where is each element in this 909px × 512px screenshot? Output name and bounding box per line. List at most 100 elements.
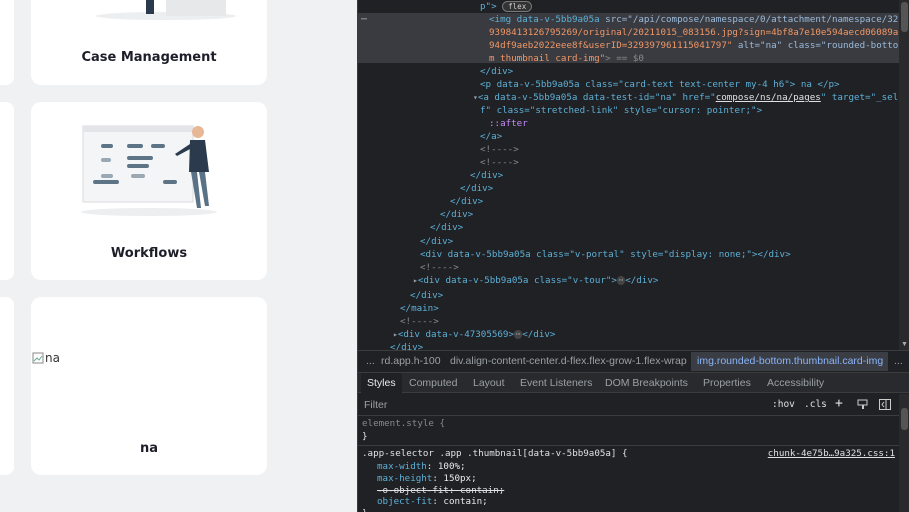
dom-text: </div> xyxy=(480,66,514,77)
dom-text: <img data-v-5bb9a05a xyxy=(489,14,600,25)
tab-properties[interactable]: Properties xyxy=(703,377,751,389)
breadcrumb-current[interactable]: img.rounded-bottom.thumbnail.card-img xyxy=(697,355,883,367)
styles-scrollbar[interactable] xyxy=(899,394,909,512)
workflows-illustration xyxy=(81,125,217,216)
broken-image: na xyxy=(32,351,60,365)
ellipsis-icon[interactable]: ⋯ xyxy=(514,330,523,339)
app-preview: Case Management Workflows na na xyxy=(0,0,357,512)
dom-text: m thumbnail card-img" xyxy=(489,53,606,64)
scrollbar-thumb[interactable] xyxy=(901,408,908,430)
breadcrumb-item[interactable]: rd.app.h-100 xyxy=(381,355,441,367)
dom-text: </div> xyxy=(625,275,659,286)
dom-text: </div> xyxy=(390,342,424,350)
devtools-panel: ⋯ p"> flex <img data-v-5bb9a05a src="/ap… xyxy=(357,0,909,512)
dom-node-p[interactable]: <p data-v-5bb9a05a class="card-text text… xyxy=(480,78,840,91)
dom-node-img[interactable]: <img data-v-5bb9a05a src="/api/compose/n… xyxy=(489,13,898,26)
card-stub xyxy=(0,297,14,475)
dom-text: <a data-v-5bb9a05a data-test-id="na" hre… xyxy=(477,92,716,103)
card-stub xyxy=(0,102,14,280)
dom-node-a[interactable]: ▾<a data-v-5bb9a05a data-test-id="na" hr… xyxy=(473,91,898,104)
na-card[interactable]: na xyxy=(31,297,267,475)
dom-node-tour[interactable]: ▸<div data-v-5bb9a05a class="v-tour"> ⋯ </… xyxy=(413,274,658,287)
dom-node-47305569[interactable]: ▸<div data-v-47305569> ⋯ </div> xyxy=(393,328,555,341)
toggle-sidebar-icon[interactable] xyxy=(879,399,891,410)
tab-accessibility[interactable]: Accessibility xyxy=(767,377,824,389)
cls-button[interactable]: .cls xyxy=(804,399,827,410)
dom-text: </div> xyxy=(522,329,556,340)
breadcrumb-more[interactable]: ... xyxy=(894,355,903,367)
dom-text: <div data-v-47305569> xyxy=(397,329,514,340)
image-alt-text: na xyxy=(45,351,60,365)
dom-text: </a> xyxy=(480,131,503,142)
rule-close: } xyxy=(362,431,368,442)
filter-input[interactable] xyxy=(360,396,764,413)
dom-text: </div> xyxy=(410,290,444,301)
paint-icon[interactable] xyxy=(857,399,868,410)
breadcrumb: ... rd.app.h-100 div.align-content-cente… xyxy=(358,350,909,372)
filter-placeholder: Filter xyxy=(364,399,388,411)
elements-scrollbar[interactable]: ▼ xyxy=(899,0,909,350)
pseudo-element[interactable]: ::after xyxy=(489,118,528,129)
dom-text: 94df9aeb2022eee8f&userID=329397961115041… xyxy=(489,40,733,51)
dom-comment: <!----> xyxy=(480,157,519,168)
dom-text: " target="_sel xyxy=(820,92,899,103)
dom-node-portal[interactable]: <div data-v-5bb9a05a class="v-portal" st… xyxy=(420,248,791,261)
dom-comment: <!----> xyxy=(480,144,519,155)
broken-image-icon xyxy=(32,352,44,364)
hov-button[interactable]: :hov xyxy=(772,399,795,410)
tab-dom-breakpoints[interactable]: DOM Breakpoints xyxy=(605,377,688,389)
dom-text: <p data-v-5bb9a05a class="card-text text… xyxy=(480,79,840,90)
card-title: na xyxy=(139,441,159,456)
dom-comment: <!----> xyxy=(420,262,459,273)
dom-text: f" class="stretched-link" style="cursor:… xyxy=(480,105,763,116)
tab-event-listeners[interactable]: Event Listeners xyxy=(520,377,592,389)
case-management-illustration xyxy=(96,0,236,20)
href-link[interactable]: compose/ns/na/pages xyxy=(716,92,821,103)
stylesheet-source-link[interactable]: chunk-4e75b…9a325.css:1 xyxy=(768,448,895,459)
styles-tabbar: Styles Computed Layout Event Listeners D… xyxy=(358,372,909,393)
node-actions-icon[interactable]: ⋯ xyxy=(361,14,367,25)
tab-computed[interactable]: Computed xyxy=(409,377,457,389)
dom-text: > == $0 xyxy=(605,53,644,64)
flex-badge[interactable]: flex xyxy=(502,1,533,12)
dom-text: </div> xyxy=(430,222,464,233)
breadcrumb-item[interactable]: div.align-content-center.d-flex.flex-gro… xyxy=(450,355,687,367)
dom-text: </div> xyxy=(450,196,484,207)
rule-close: } xyxy=(362,508,368,512)
tab-layout[interactable]: Layout xyxy=(473,377,505,389)
dom-text: <div data-v-5bb9a05a class="v-portal" st… xyxy=(420,249,791,260)
divider xyxy=(358,445,899,446)
tab-styles[interactable]: Styles xyxy=(361,373,402,393)
ellipsis-icon[interactable]: ⋯ xyxy=(616,276,626,285)
dom-text: alt="na" class="rounded-botto xyxy=(732,40,899,51)
property-name: max-width xyxy=(377,461,427,472)
property-name: object-fit xyxy=(377,496,433,507)
case-management-card[interactable]: Case Management xyxy=(31,0,267,85)
card-stub xyxy=(0,0,14,85)
scrollbar-thumb[interactable] xyxy=(901,2,908,32)
dom-text: p"> xyxy=(480,1,497,12)
rule-selector: element.style { xyxy=(362,418,445,429)
rule-selector: .app-selector .app .thumbnail[data-v-5bb… xyxy=(362,448,628,459)
elements-tree[interactable]: ⋯ p"> flex <img data-v-5bb9a05a src="/ap… xyxy=(358,0,899,350)
property-name: max-height xyxy=(377,473,433,484)
dom-text: 9398413126795269/original/20211015_08315… xyxy=(489,27,899,38)
style-property[interactable]: object-fit: contain; xyxy=(377,495,488,508)
property-value: 150px; xyxy=(443,473,477,484)
card-title: Workflows xyxy=(110,246,188,261)
breadcrumb-ellipsis[interactable]: ... xyxy=(366,355,375,367)
dom-text: src="/api/compose/namespace/0/attachment… xyxy=(599,14,899,25)
new-rule-button[interactable]: + xyxy=(835,396,843,411)
property-value: 100%; xyxy=(437,461,466,472)
dom-text: <div data-v-5bb9a05a class="v-tour"> xyxy=(417,275,617,286)
filter-bar: Filter :hov .cls + xyxy=(358,394,909,416)
styles-pane[interactable]: element.style { } .app-selector .app .th… xyxy=(358,416,899,512)
dom-text: </div> xyxy=(470,170,504,181)
dom-text: </div> xyxy=(440,209,474,220)
scroll-down-icon[interactable]: ▼ xyxy=(901,341,908,348)
dom-text: </div> xyxy=(420,236,454,247)
workflows-card[interactable]: Workflows xyxy=(31,102,267,280)
dom-text: </div> xyxy=(460,183,494,194)
card-title: Case Management xyxy=(81,50,217,65)
dom-comment: <!----> xyxy=(400,316,439,327)
